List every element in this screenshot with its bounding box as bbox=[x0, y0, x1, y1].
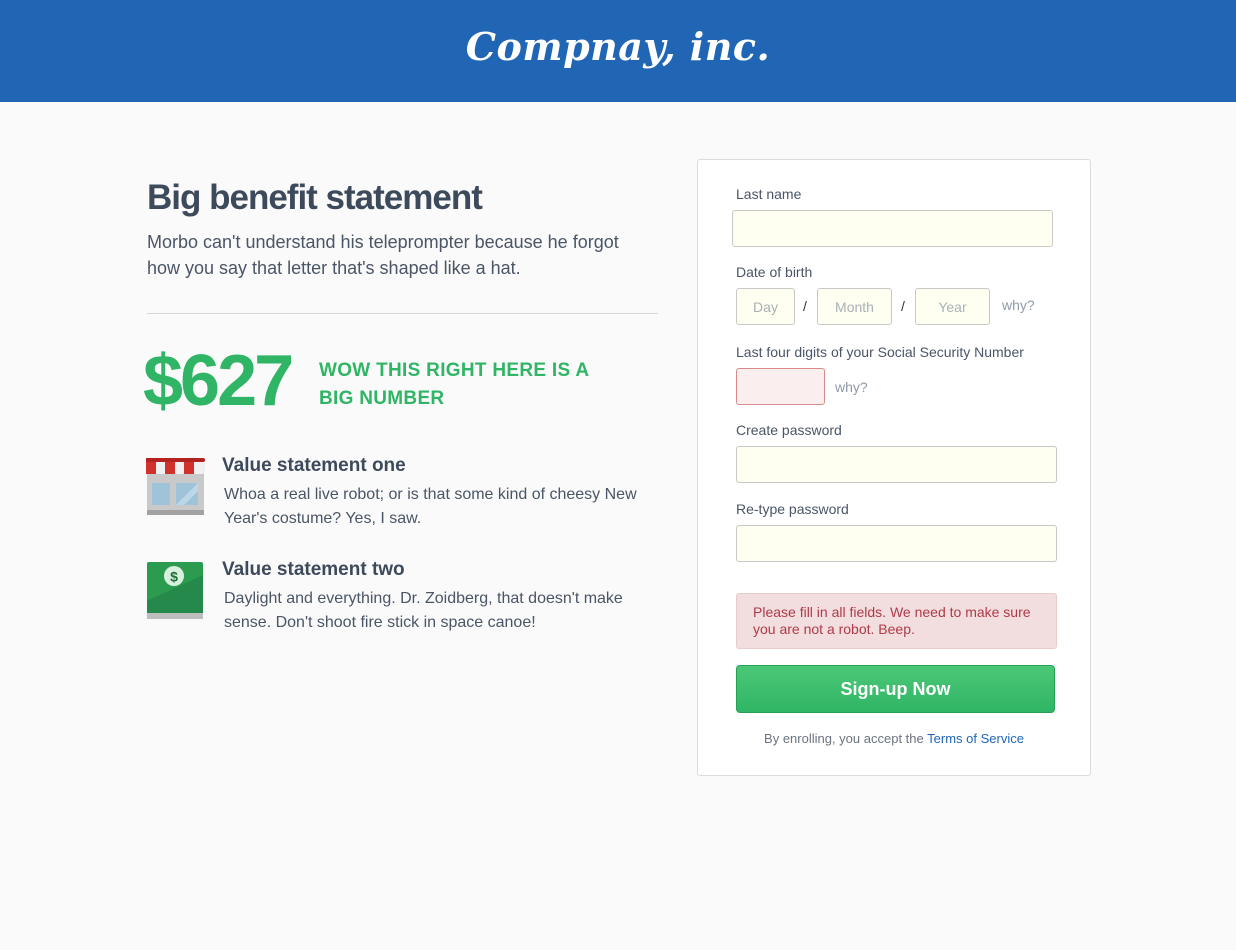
retype-password-input[interactable] bbox=[736, 525, 1057, 562]
big-number: $627 bbox=[143, 341, 294, 421]
big-number-caption: WOW THIS RIGHT HERE IS A BIG NUMBER bbox=[319, 360, 589, 409]
dob-year-input[interactable] bbox=[915, 288, 990, 325]
error-alert: Please fill in all fields. We need to ma… bbox=[736, 593, 1057, 649]
password-input[interactable] bbox=[736, 446, 1057, 483]
dob-why-link[interactable]: why? bbox=[1002, 297, 1035, 313]
brand-logo[interactable]: Compnay, inc. bbox=[0, 24, 1236, 69]
value-two-title: Value statement two bbox=[222, 559, 405, 580]
dob-separator: / bbox=[901, 298, 905, 314]
dob-separator: / bbox=[803, 298, 807, 314]
hero-subhead: Morbo can't understand his teleprompter … bbox=[147, 232, 619, 278]
dob-day-input[interactable] bbox=[736, 288, 795, 325]
signup-button[interactable]: Sign-up Now bbox=[736, 665, 1055, 713]
password-label: Create password bbox=[736, 422, 842, 438]
ssn-why-link[interactable]: why? bbox=[835, 379, 868, 395]
dob-label: Date of birth bbox=[736, 264, 813, 280]
ssn-input[interactable] bbox=[736, 368, 825, 405]
terms-notice: By enrolling, you accept the Terms of Se… bbox=[697, 731, 1091, 746]
money-icon: $ bbox=[146, 561, 205, 620]
value-one-title: Value statement one bbox=[222, 455, 406, 476]
last-name-input[interactable] bbox=[732, 210, 1053, 247]
value-two-text: Daylight and everything. Dr. Zoidberg, t… bbox=[224, 590, 623, 631]
storefront-icon bbox=[146, 457, 205, 516]
divider bbox=[147, 313, 658, 314]
dob-month-input[interactable] bbox=[817, 288, 892, 325]
terms-prefix: By enrolling, you accept the bbox=[764, 731, 924, 746]
svg-text:$: $ bbox=[170, 569, 178, 585]
ssn-label: Last four digits of your Social Security… bbox=[736, 344, 1024, 360]
page-title: Big benefit statement bbox=[147, 178, 483, 217]
terms-of-service-link[interactable]: Terms of Service bbox=[927, 731, 1024, 746]
retype-password-label: Re-type password bbox=[736, 501, 849, 517]
value-one-text: Whoa a real live robot; or is that some … bbox=[224, 486, 637, 527]
last-name-label: Last name bbox=[736, 186, 802, 202]
